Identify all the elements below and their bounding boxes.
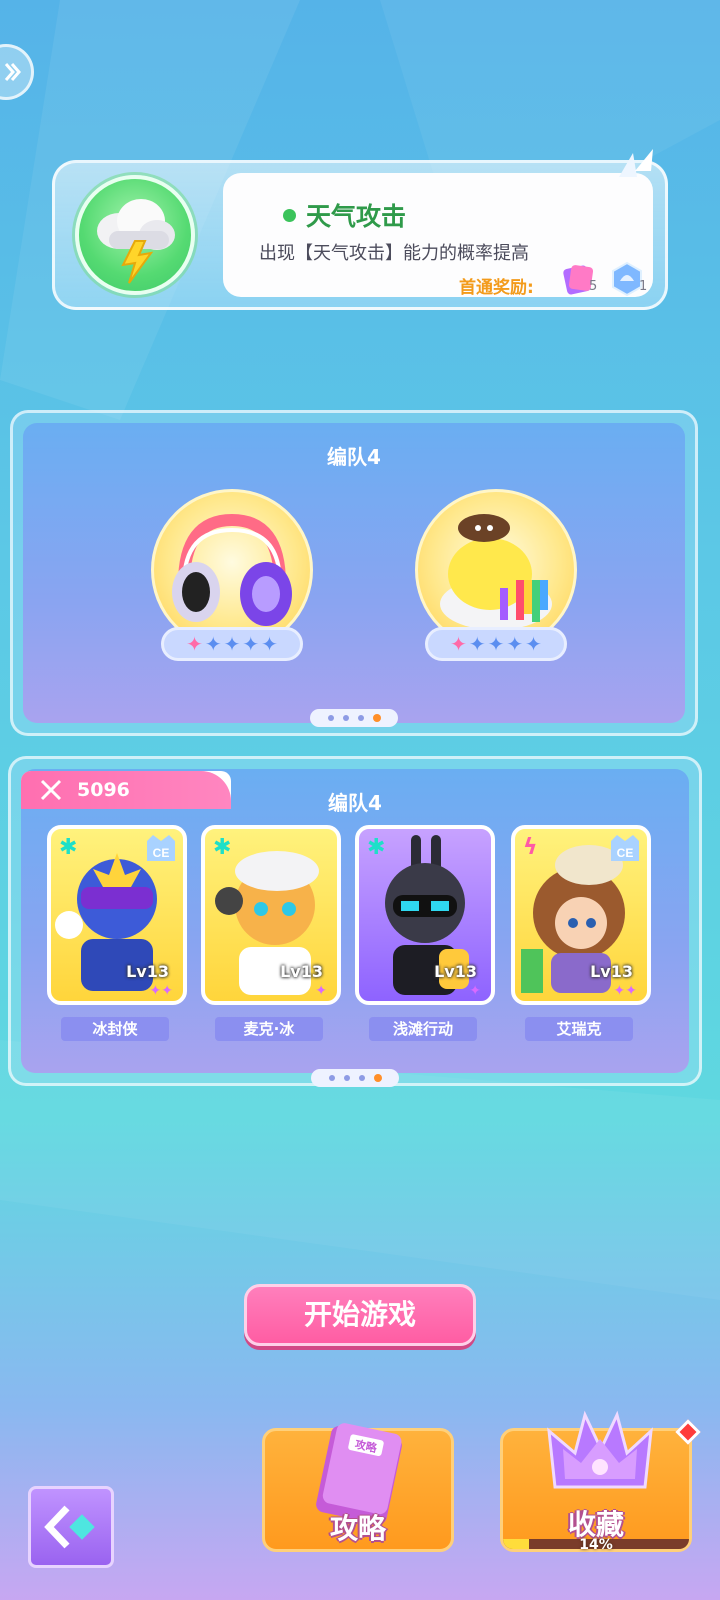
headphones-pet-icon	[172, 513, 292, 626]
hero-card: ✱ Lv13 ✦	[355, 825, 495, 1005]
weather-info-box: 天气攻击 出现【天气攻击】能力的概率提高 首通奖励: 5 1	[223, 173, 653, 298]
pet-formation-panel: 编队4 ✦ ✦ ✦ ✦ ✦ ✦ ✦ ✦ ✦ ✦	[10, 410, 698, 736]
hero-name: 麦克·冰	[215, 1017, 323, 1041]
expand-menu-button[interactable]	[0, 44, 34, 100]
hero-level: Lv13	[280, 962, 323, 981]
ce-badge-icon: CE	[611, 835, 639, 861]
start-game-button[interactable]: 开始游戏	[244, 1284, 476, 1346]
flag-decoration-icon	[619, 149, 653, 177]
hero-level: Lv13	[126, 962, 169, 981]
hero-stars: ✦✦	[149, 983, 173, 999]
weather-title-text: 天气攻击	[306, 202, 407, 231]
hero-card: ϟ CE Lv13 ✦✦	[511, 825, 651, 1005]
hero-level: Lv13	[434, 962, 477, 981]
pet-slot-2[interactable]: ✦ ✦ ✦ ✦ ✦	[415, 489, 577, 669]
reward-count: 1	[639, 279, 648, 294]
weather-ability-card: 天气攻击 出现【天气攻击】能力的概率提高 首通奖励: 5 1	[52, 149, 668, 310]
hero-name: 冰封侠	[61, 1017, 169, 1041]
ice-type-icon: ✱	[367, 835, 386, 860]
double-chevron-right-icon	[4, 63, 21, 81]
pet-star-rating: ✦ ✦ ✦ ✦ ✦	[161, 627, 303, 661]
notification-badge	[675, 1419, 701, 1445]
collection-progress-text: 14%	[579, 1537, 613, 1553]
rainbow-blob-pet-icon	[440, 514, 552, 630]
weather-description: 出现【天气攻击】能力的概率提高	[259, 243, 529, 264]
hero-page-indicator[interactable]	[311, 1069, 399, 1087]
first-clear-reward-label: 首通奖励:	[459, 278, 534, 298]
power-value: 5096	[77, 779, 130, 801]
pet-panel-title: 编队4	[327, 445, 381, 469]
back-button[interactable]	[28, 1486, 114, 1568]
svg-text:CE: CE	[153, 846, 170, 860]
back-arrow-icon	[44, 1505, 95, 1549]
hero-card: ✱ CE Lv13 ✦✦	[47, 825, 187, 1005]
hero-name: 艾瑞克	[525, 1017, 633, 1041]
pet-page-indicator[interactable]	[310, 709, 398, 727]
svg-text:CE: CE	[617, 846, 634, 860]
ce-badge-icon: CE	[147, 835, 175, 861]
active-dot	[283, 208, 296, 222]
collection-button[interactable]: 收藏 14%	[500, 1410, 701, 1553]
crossed-swords-icon	[40, 779, 62, 801]
weather-title: 天气攻击	[283, 197, 406, 233]
reward-count: 5	[589, 279, 598, 294]
crown-icon	[547, 1410, 653, 1489]
ice-type-icon: ✱	[213, 835, 232, 860]
pet-star-rating: ✦ ✦ ✦ ✦ ✦	[425, 627, 567, 661]
hero-card: ✱ Lv13 ✦	[201, 825, 341, 1005]
pet-panel-inner: 编队4 ✦ ✦ ✦ ✦ ✦ ✦ ✦ ✦ ✦ ✦	[23, 423, 685, 723]
pet-slot-1[interactable]: ✦ ✦ ✦ ✦ ✦	[151, 489, 313, 669]
hero-stars: ✦	[315, 983, 327, 999]
hero-formation-panel: 编队4 5096 ✱ CE Lv13 ✦✦ 冰封侠 ✱ Lv13 ✦ 麦克·冰 …	[8, 756, 702, 1087]
hero-stars: ✦✦	[613, 983, 637, 999]
hero-stars: ✦	[469, 983, 481, 999]
hero-level: Lv13	[590, 962, 633, 981]
ice-type-icon: ✱	[59, 835, 78, 860]
power-tag: 5096	[21, 771, 231, 809]
weather-icon-badge	[75, 175, 195, 295]
thunder-cloud-icon	[97, 199, 175, 284]
coupon-icon[interactable]: 5	[561, 261, 597, 297]
blue-crystal-icon[interactable]: 1	[609, 261, 648, 297]
lightning-type-icon: ϟ	[523, 835, 538, 860]
guide-button[interactable]: 攻略 攻略	[262, 1423, 454, 1552]
guide-label: 攻略	[329, 1512, 386, 1545]
hero-name: 浅滩行动	[369, 1017, 477, 1041]
